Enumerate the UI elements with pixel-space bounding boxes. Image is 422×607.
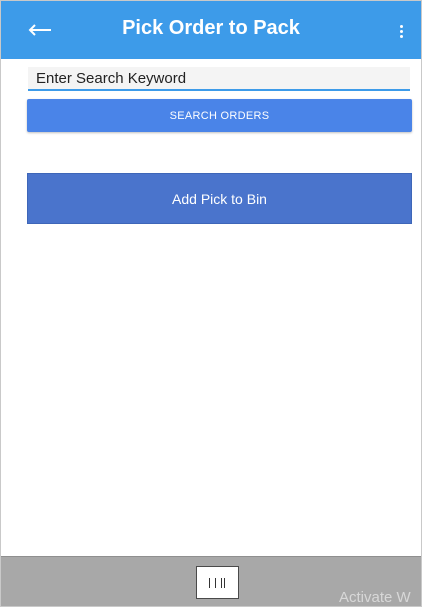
barcode-scan-icon (208, 577, 225, 588)
search-orders-button[interactable]: SEARCH ORDERS (27, 99, 412, 132)
app-screen: Pick Order to Pack SEARCH ORDERS Add Pic… (0, 0, 422, 607)
add-pick-to-bin-button[interactable]: Add Pick to Bin (27, 173, 412, 224)
more-vert-icon-dot (399, 34, 403, 38)
barcode-scan-button[interactable] (196, 566, 239, 599)
more-vert-icon (399, 24, 403, 28)
page-title: Pick Order to Pack (122, 17, 300, 39)
overflow-menu-button[interactable] (391, 17, 411, 45)
more-vert-icon-dot (399, 29, 403, 33)
search-input[interactable] (28, 67, 410, 91)
app-bar: Pick Order to Pack (1, 1, 421, 59)
activate-windows-watermark: Activate W (339, 589, 411, 606)
